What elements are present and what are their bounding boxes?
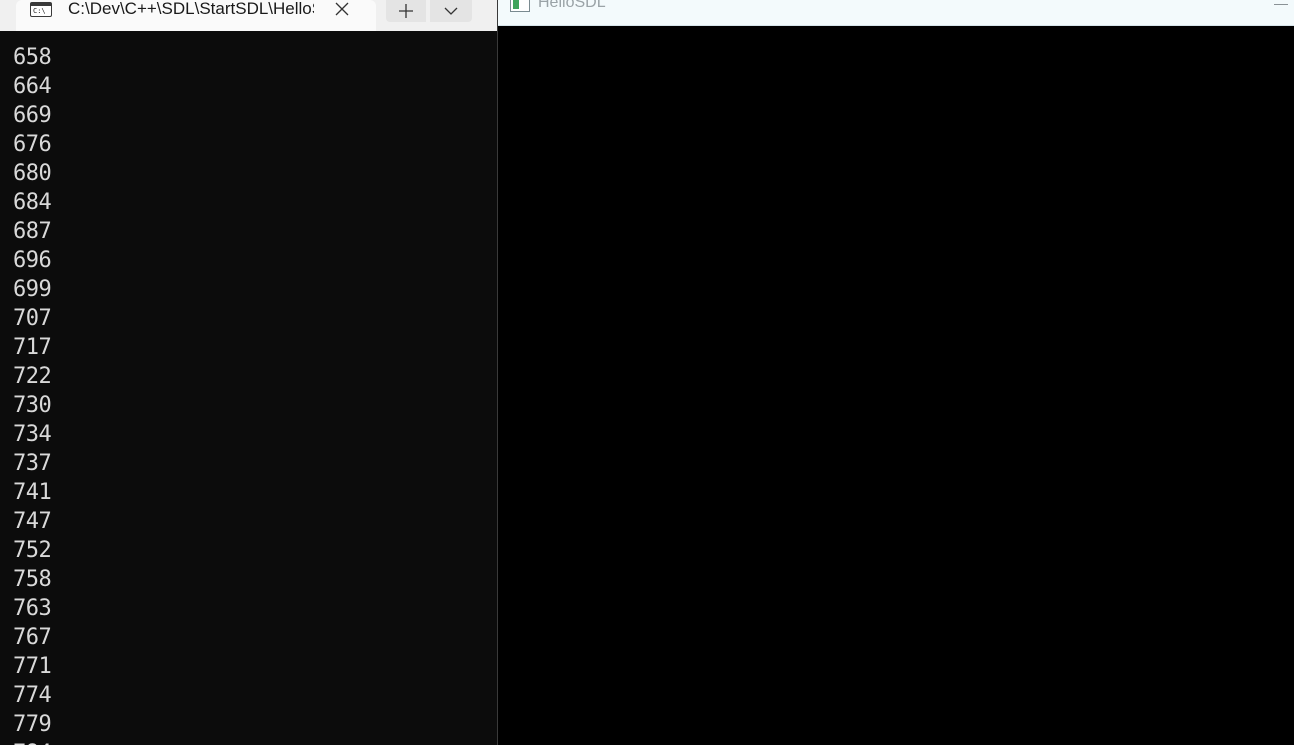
terminal-line: 763 bbox=[13, 596, 52, 621]
terminal-line: 680 bbox=[13, 161, 52, 186]
terminal-line: 699 bbox=[13, 277, 52, 302]
window-app-icon bbox=[510, 0, 530, 12]
terminal-line: 752 bbox=[13, 538, 52, 563]
terminal-line: 730 bbox=[13, 393, 52, 418]
terminal-line: 767 bbox=[13, 625, 52, 650]
terminal-line: 741 bbox=[13, 480, 52, 505]
terminal-line: 707 bbox=[13, 306, 52, 331]
new-tab-button[interactable] bbox=[386, 0, 426, 22]
terminal-line: 684 bbox=[13, 190, 52, 215]
sdl-window: HelloSDL bbox=[497, 0, 1294, 745]
terminal-line: 774 bbox=[13, 683, 52, 708]
terminal-line: 734 bbox=[13, 422, 52, 447]
terminal-line: 696 bbox=[13, 248, 52, 273]
terminal-line: 676 bbox=[13, 132, 52, 157]
chevron-down-icon bbox=[444, 7, 458, 15]
terminal-line: 771 bbox=[13, 654, 52, 679]
terminal-tab[interactable]: C:\ C:\Dev\C++\SDL\StartSDL\HelloSDL.exe bbox=[16, 0, 376, 31]
plus-icon bbox=[399, 4, 413, 18]
terminal-line: 722 bbox=[13, 364, 52, 389]
terminal-line: 779 bbox=[13, 712, 52, 737]
terminal-line: 669 bbox=[13, 103, 52, 128]
sdl-title-bar[interactable]: HelloSDL bbox=[498, 0, 1294, 26]
terminal-output[interactable]: 658 664 669 676 680 684 687 696 699 707 717 722 730 7… bbox=[0, 31, 497, 745]
terminal-tab-bar: C:\ C:\Dev\C++\SDL\StartSDL\HelloSDL.exe bbox=[0, 0, 497, 31]
terminal-line: 687 bbox=[13, 219, 52, 244]
terminal-line: 784 bbox=[13, 739, 52, 745]
terminal-tab-title: C:\Dev\C++\SDL\StartSDL\HelloSDL.exe bbox=[68, 0, 314, 18]
terminal-line: 664 bbox=[13, 74, 52, 99]
console-icon: C:\ bbox=[30, 2, 52, 17]
terminal-lines: 658 664 669 676 680 684 687 696 699 707 717 722 730 7… bbox=[13, 43, 52, 745]
close-icon[interactable] bbox=[332, 0, 352, 18]
terminal-line: 758 bbox=[13, 567, 52, 592]
terminal-line: 658 bbox=[13, 45, 52, 70]
minimize-button[interactable] bbox=[1268, 0, 1294, 14]
terminal-window: C:\ C:\Dev\C++\SDL\StartSDL\HelloSDL.exe… bbox=[0, 0, 497, 745]
terminal-line: 737 bbox=[13, 451, 52, 476]
sdl-render-canvas[interactable] bbox=[498, 26, 1294, 745]
sdl-window-title: HelloSDL bbox=[538, 0, 606, 11]
terminal-line: 747 bbox=[13, 509, 52, 534]
minimize-icon bbox=[1274, 4, 1288, 5]
tab-dropdown-button[interactable] bbox=[430, 0, 472, 22]
console-icon-text: C:\ bbox=[33, 7, 46, 15]
terminal-line: 717 bbox=[13, 335, 52, 360]
